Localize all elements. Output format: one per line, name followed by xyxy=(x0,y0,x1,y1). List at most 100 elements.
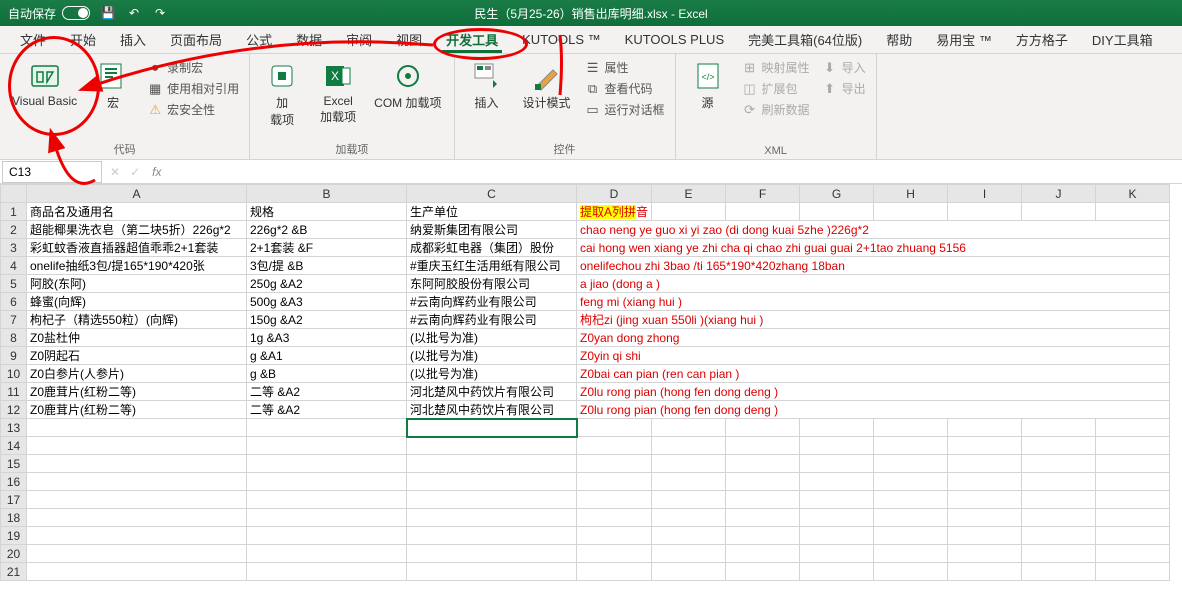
cell-H20[interactable] xyxy=(874,545,948,563)
cell-K21[interactable] xyxy=(1096,563,1170,581)
cell-I13[interactable] xyxy=(948,419,1022,437)
row-header-5[interactable]: 5 xyxy=(1,275,27,293)
tab-2[interactable]: 插入 xyxy=(108,26,158,53)
cell-C10[interactable]: (以批号为准) xyxy=(407,365,577,383)
col-header-J[interactable]: J xyxy=(1022,185,1096,203)
cell-B21[interactable] xyxy=(247,563,407,581)
cell-B15[interactable] xyxy=(247,455,407,473)
cell-H17[interactable] xyxy=(874,491,948,509)
cell-A21[interactable] xyxy=(27,563,247,581)
redo-icon[interactable]: ↷ xyxy=(152,5,168,21)
cell-K17[interactable] xyxy=(1096,491,1170,509)
cell-K13[interactable] xyxy=(1096,419,1170,437)
cell-A19[interactable] xyxy=(27,527,247,545)
tab-12[interactable]: 帮助 xyxy=(874,26,924,53)
cell-I17[interactable] xyxy=(948,491,1022,509)
cell-C9[interactable]: (以批号为准) xyxy=(407,347,577,365)
row-header-12[interactable]: 12 xyxy=(1,401,27,419)
cell-G20[interactable] xyxy=(800,545,874,563)
tab-0[interactable]: 文件 xyxy=(8,26,58,53)
cell-B10[interactable]: g &B xyxy=(247,365,407,383)
row-header-1[interactable]: 1 xyxy=(1,203,27,221)
tab-8[interactable]: 开发工具 xyxy=(434,26,510,53)
cell-H13[interactable] xyxy=(874,419,948,437)
view-code-button[interactable]: ⧉查看代码 xyxy=(583,79,667,98)
macro-security-button[interactable]: ⚠宏安全性 xyxy=(145,100,241,119)
cell-C3[interactable]: 成都彩虹电器（集团）股份 xyxy=(407,239,577,257)
row-header-8[interactable]: 8 xyxy=(1,329,27,347)
cell-C6[interactable]: #云南向辉药业有限公司 xyxy=(407,293,577,311)
col-header-F[interactable]: F xyxy=(726,185,800,203)
cell-C11[interactable]: 河北楚风中药饮片有限公司 xyxy=(407,383,577,401)
cell-B18[interactable] xyxy=(247,509,407,527)
cell-D10[interactable]: Z0bai can pian (ren can pian ) xyxy=(577,365,1170,383)
cell-F14[interactable] xyxy=(726,437,800,455)
cell-J20[interactable] xyxy=(1022,545,1096,563)
tab-5[interactable]: 数据 xyxy=(284,26,334,53)
record-macro-button[interactable]: ⏺录制宏 xyxy=(145,58,241,77)
cell-K18[interactable] xyxy=(1096,509,1170,527)
cell-F18[interactable] xyxy=(726,509,800,527)
row-header-4[interactable]: 4 xyxy=(1,257,27,275)
cell-E17[interactable] xyxy=(652,491,726,509)
tab-4[interactable]: 公式 xyxy=(234,26,284,53)
cell-J21[interactable] xyxy=(1022,563,1096,581)
row-header-19[interactable]: 19 xyxy=(1,527,27,545)
macros-button[interactable]: 宏 xyxy=(89,58,137,113)
cell-B9[interactable]: g &A1 xyxy=(247,347,407,365)
cell-B14[interactable] xyxy=(247,437,407,455)
cell-D1[interactable]: 提取A列拼音 xyxy=(577,203,652,221)
col-header-H[interactable]: H xyxy=(874,185,948,203)
cell-D20[interactable] xyxy=(577,545,652,563)
cell-E19[interactable] xyxy=(652,527,726,545)
cell-B16[interactable] xyxy=(247,473,407,491)
cell-I19[interactable] xyxy=(948,527,1022,545)
tab-3[interactable]: 页面布局 xyxy=(158,26,234,53)
cell-F17[interactable] xyxy=(726,491,800,509)
excel-addins-button[interactable]: X Excel 加载项 xyxy=(314,58,362,127)
cell-D16[interactable] xyxy=(577,473,652,491)
cell-A20[interactable] xyxy=(27,545,247,563)
cell-A6[interactable]: 蜂蜜(向辉) xyxy=(27,293,247,311)
cell-J1[interactable] xyxy=(1022,203,1096,221)
cell-D9[interactable]: Z0yin qi shi xyxy=(577,347,1170,365)
row-header-17[interactable]: 17 xyxy=(1,491,27,509)
cell-C16[interactable] xyxy=(407,473,577,491)
cell-E18[interactable] xyxy=(652,509,726,527)
cell-B20[interactable] xyxy=(247,545,407,563)
autosave-toggle[interactable]: 自动保存 xyxy=(8,5,90,22)
cell-I15[interactable] xyxy=(948,455,1022,473)
col-header-A[interactable]: A xyxy=(27,185,247,203)
cell-A9[interactable]: Z0阴起石 xyxy=(27,347,247,365)
tab-7[interactable]: 视图 xyxy=(384,26,434,53)
cell-B8[interactable]: 1g &A3 xyxy=(247,329,407,347)
enter-icon[interactable]: ✓ xyxy=(130,165,140,179)
use-relative-ref-button[interactable]: ▦使用相对引用 xyxy=(145,79,241,98)
tab-9[interactable]: KUTOOLS ™ xyxy=(510,26,613,53)
cell-K1[interactable] xyxy=(1096,203,1170,221)
cell-G21[interactable] xyxy=(800,563,874,581)
cell-H16[interactable] xyxy=(874,473,948,491)
cell-C19[interactable] xyxy=(407,527,577,545)
cell-B4[interactable]: 3包/提 &B xyxy=(247,257,407,275)
cell-D2[interactable]: chao neng ye guo xi yi zao (di dong kuai… xyxy=(577,221,1170,239)
cell-K20[interactable] xyxy=(1096,545,1170,563)
cell-F15[interactable] xyxy=(726,455,800,473)
row-header-6[interactable]: 6 xyxy=(1,293,27,311)
cell-A1[interactable]: 商品名及通用名 xyxy=(27,203,247,221)
cell-D11[interactable]: Z0lu rong pian (hong fen dong deng ) xyxy=(577,383,1170,401)
cell-H14[interactable] xyxy=(874,437,948,455)
cell-A10[interactable]: Z0白参片(人参片) xyxy=(27,365,247,383)
cell-C5[interactable]: 东阿阿胶股份有限公司 xyxy=(407,275,577,293)
cell-J17[interactable] xyxy=(1022,491,1096,509)
cell-C20[interactable] xyxy=(407,545,577,563)
cell-B2[interactable]: 226g*2 &B xyxy=(247,221,407,239)
row-header-18[interactable]: 18 xyxy=(1,509,27,527)
properties-button[interactable]: ☰属性 xyxy=(583,58,667,77)
row-header-3[interactable]: 3 xyxy=(1,239,27,257)
cell-D17[interactable] xyxy=(577,491,652,509)
cell-G15[interactable] xyxy=(800,455,874,473)
cell-I18[interactable] xyxy=(948,509,1022,527)
cell-I20[interactable] xyxy=(948,545,1022,563)
cell-D8[interactable]: Z0yan dong zhong xyxy=(577,329,1170,347)
